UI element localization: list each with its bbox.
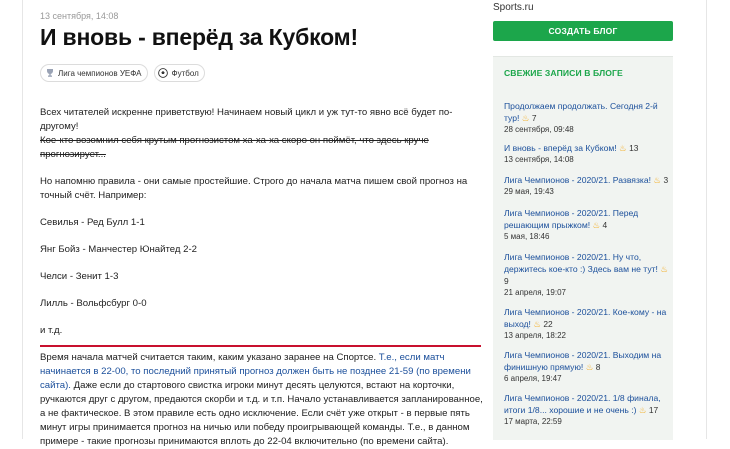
recent-post-item[interactable]: Лига Чемпионов - 2020/21. Развязка! ♨ 3 … <box>504 174 669 196</box>
recent-post-item[interactable]: Лига Чемпионов - 2020/21. 1/8 финала, ит… <box>504 392 669 426</box>
flame-icon: ♨ <box>638 405 647 415</box>
recent-post-date: 13 сентября, 14:08 <box>504 155 574 164</box>
brand-link[interactable]: Sports.ru <box>493 2 534 13</box>
flame-icon: ♨ <box>619 143 627 153</box>
ball-icon <box>158 68 169 79</box>
paragraph-strikethrough: Кое-кто возомнил себя крутым прогнозисто… <box>40 135 429 160</box>
comment-count: 9 <box>504 276 509 286</box>
recent-post-item[interactable]: И вновь - вперёд за Кубком! ♨ 13 13 сент… <box>504 142 669 164</box>
tag-list: Лига чемпионов УЕФА Футбол <box>40 64 205 82</box>
recent-post-title[interactable]: Лига Чемпионов - 2020/21. Кое-кому - на … <box>504 307 666 329</box>
example-match: Янг Бойз - Манчестер Юнайтед 2-2 <box>40 244 198 255</box>
paragraph-etc: и т.д. <box>40 325 63 336</box>
recent-post-date: 5 мая, 18:46 <box>504 232 550 241</box>
timing-text: Время начала матчей считается таким, как… <box>40 352 379 363</box>
recent-post-item[interactable]: Лига Чемпионов - 2020/21. Ну что, держит… <box>504 251 669 297</box>
recent-post-title[interactable]: Лига Чемпионов - 2020/21. Перед решающим… <box>504 208 638 230</box>
recent-post-item[interactable]: Лига Чемпионов - 2020/21. Выходим на фин… <box>504 349 669 383</box>
example-match: Лилль - Вольфсбург 0-0 <box>40 298 147 309</box>
article-title: И вновь - вперёд за Кубком! <box>40 24 358 50</box>
tag-champions-league[interactable]: Лига чемпионов УЕФА <box>40 64 148 82</box>
recent-posts-heading: СВЕЖИЕ ЗАПИСИ В БЛОГЕ <box>504 68 623 78</box>
timing-text-rest: Даже если до стартового свистка игроки м… <box>40 380 483 447</box>
recent-post-title[interactable]: Лига Чемпионов - 2020/21. 1/8 финала, ит… <box>504 393 661 415</box>
comment-count: 13 <box>629 143 639 153</box>
recent-post-title[interactable]: Лига Чемпионов - 2020/21. Ну что, держит… <box>504 252 658 274</box>
recent-post-date: 21 апреля, 19:07 <box>504 288 566 297</box>
example-match: Челси - Зенит 1-3 <box>40 271 119 282</box>
comment-count: 3 <box>663 175 669 185</box>
paragraph-rules: Но напомню правила - они самые простейши… <box>40 176 468 201</box>
trophy-icon <box>44 68 55 79</box>
recent-post-date: 17 марта, 22:59 <box>504 417 562 426</box>
article-body: Всех читателей искренне приветствую! Нач… <box>40 106 490 449</box>
comment-count: 7 <box>531 113 537 123</box>
paragraph-greeting: Всех читателей искренне приветствую! Нач… <box>40 107 453 132</box>
recent-post-date: 29 мая, 19:43 <box>504 187 554 196</box>
flame-icon: ♨ <box>653 175 662 185</box>
flame-icon: ♨ <box>585 362 594 372</box>
red-underline-annotation <box>40 345 481 347</box>
recent-post-item[interactable]: Лига Чемпионов - 2020/21. Перед решающим… <box>504 207 669 241</box>
page-border-left <box>22 0 23 439</box>
comment-count: 4 <box>602 220 608 230</box>
example-match: Севилья - Ред Булл 1-1 <box>40 217 145 228</box>
comment-count: 8 <box>595 362 601 372</box>
tag-label: Футбол <box>171 68 199 78</box>
recent-post-title[interactable]: Лига Чемпионов - 2020/21. Развязка! <box>504 175 651 185</box>
page-border-right <box>706 0 707 439</box>
recent-post-item[interactable]: Продолжаем продолжать. Сегодня 2-й тур! … <box>504 100 669 134</box>
tag-label: Лига чемпионов УЕФА <box>58 68 142 78</box>
comment-count: 17 <box>648 405 659 415</box>
flame-icon: ♨ <box>660 264 668 274</box>
paragraph-timing: Время начала матчей считается таким, как… <box>40 351 490 449</box>
recent-posts-panel: СВЕЖИЕ ЗАПИСИ В БЛОГЕ Продолжаем продолж… <box>493 56 673 440</box>
flame-icon: ♨ <box>521 113 530 123</box>
create-blog-button[interactable]: СОЗДАТЬ БЛОГ <box>493 21 673 41</box>
recent-post-title[interactable]: И вновь - вперёд за Кубком! <box>504 143 617 153</box>
article-date: 13 сентября, 14:08 <box>40 11 119 21</box>
comment-count: 22 <box>543 319 553 329</box>
recent-post-item[interactable]: Лига Чемпионов - 2020/21. Кое-кому - на … <box>504 306 669 340</box>
tag-football[interactable]: Футбол <box>153 64 205 82</box>
recent-post-date: 6 апреля, 19:47 <box>504 374 562 383</box>
flame-icon: ♨ <box>592 220 601 230</box>
recent-post-date: 13 апреля, 18:22 <box>504 331 566 340</box>
recent-post-date: 28 сентября, 09:48 <box>504 125 574 134</box>
flame-icon: ♨ <box>533 319 541 329</box>
recent-post-title[interactable]: Лига Чемпионов - 2020/21. Выходим на фин… <box>504 350 661 372</box>
